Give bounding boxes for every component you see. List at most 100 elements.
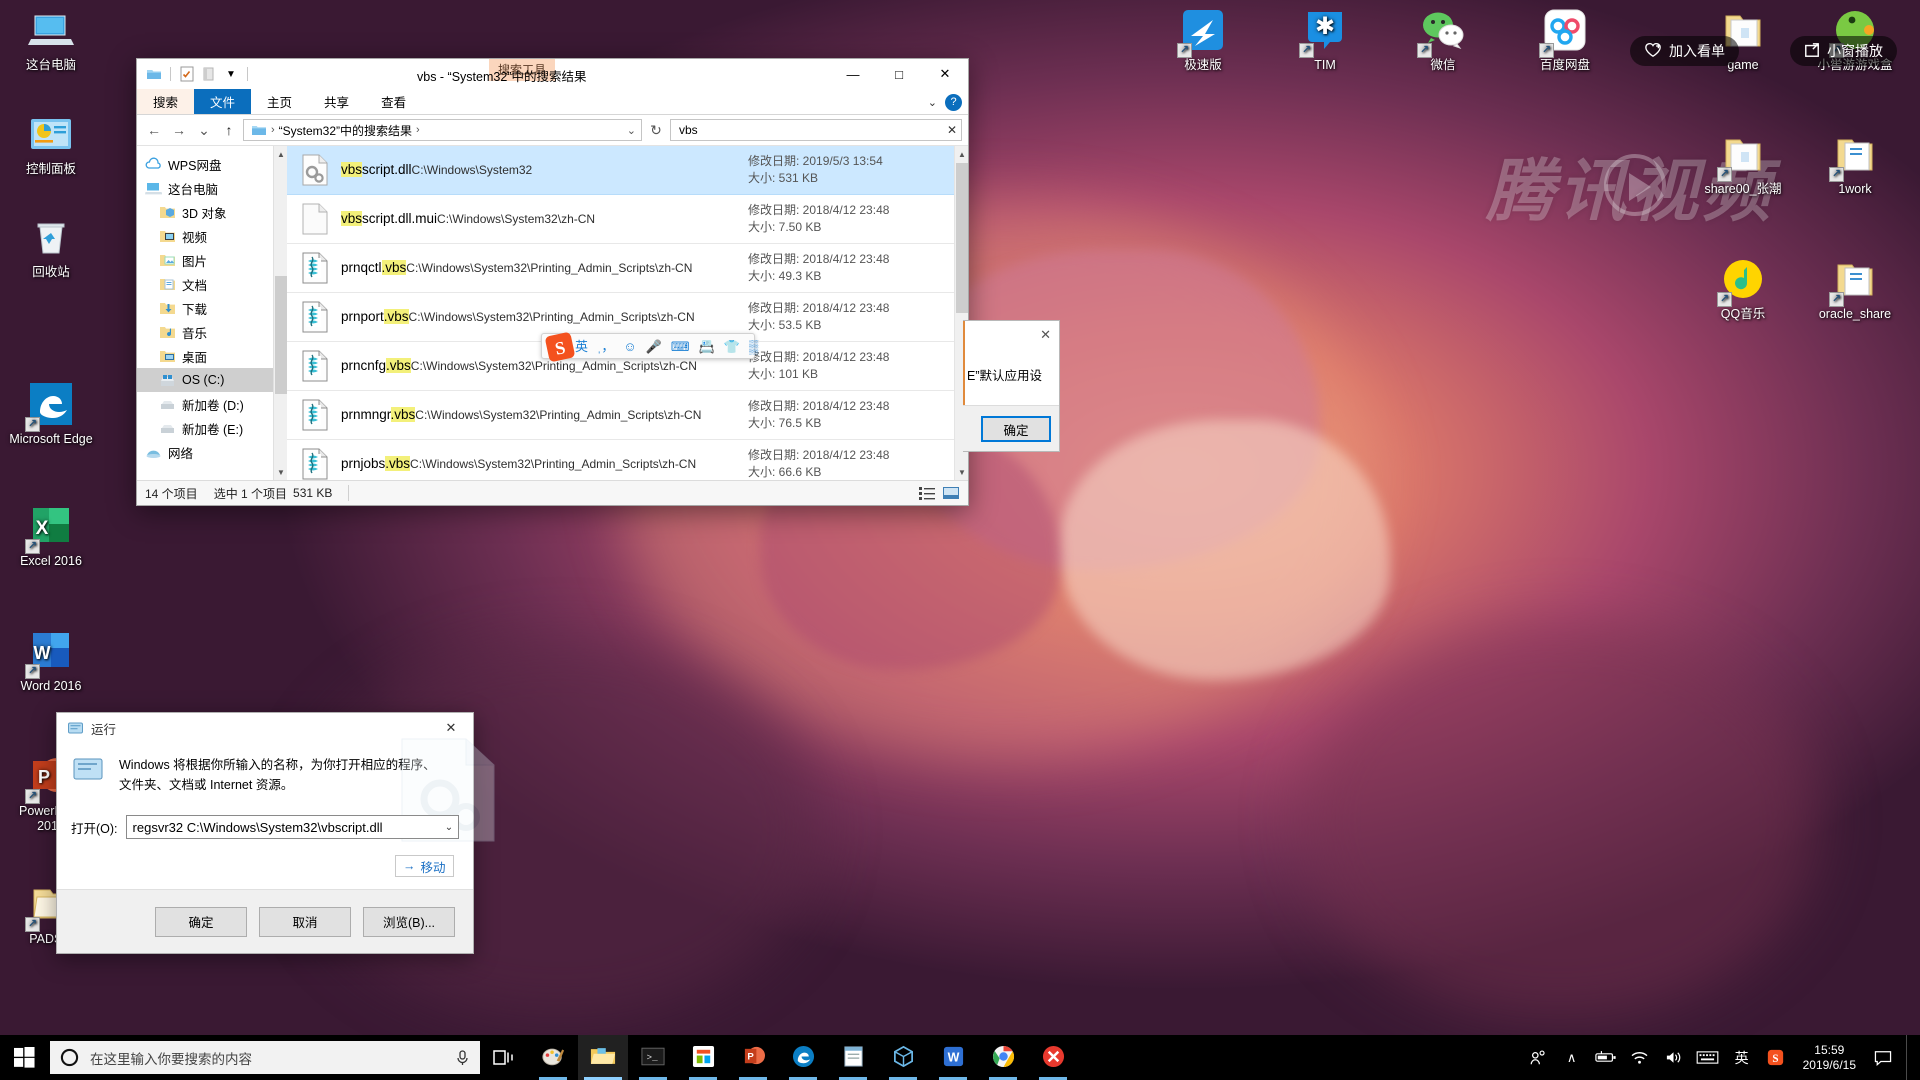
run-open-input[interactable]: regsvr32 C:\Windows\System32\vbscript.dl…: [125, 815, 459, 839]
forward-button[interactable]: →: [168, 119, 190, 141]
scrollbar-thumb[interactable]: [275, 276, 287, 394]
default-apps-dialog-partial[interactable]: ✕ E”默认应用设 确定: [963, 320, 1060, 452]
ime-softkeyboard-icon[interactable]: ⌨: [671, 340, 690, 353]
ime-punctuation-icon[interactable]: ˌ，: [597, 340, 614, 353]
minimize-button[interactable]: —: [830, 59, 876, 89]
explorer-titlebar[interactable]: ▼ 搜索工具 vbs - “System32”中的搜索结果 — □ ✕: [137, 59, 968, 89]
ime-toolbox-icon[interactable]: ▒: [749, 340, 758, 353]
nav-pane-item-7[interactable]: 音乐: [137, 320, 287, 344]
scrollbar-thumb[interactable]: [956, 163, 968, 313]
wifi-icon[interactable]: [1623, 1035, 1657, 1080]
desktop-icon-this-pc[interactable]: 这台电脑: [8, 6, 94, 73]
command-prompt-taskbar[interactable]: >_: [628, 1035, 678, 1080]
dialog-ok-button[interactable]: 确定: [981, 416, 1051, 442]
address-bar[interactable]: › › “System32”中的搜索结果 › ⌄: [243, 119, 642, 141]
ribbon-tab-文件[interactable]: 文件: [194, 89, 252, 114]
taskbar-clock[interactable]: 15:59 2019/6/15: [1793, 1043, 1866, 1073]
run-dialog[interactable]: 运行 ✕ Windows 将根据你所输入的名称，为你打开相应的程序、文件夹、文档…: [56, 712, 495, 954]
view-mode-buttons[interactable]: [918, 484, 960, 502]
breadcrumb-separator-end[interactable]: ›: [416, 124, 420, 136]
close-button[interactable]: ✕: [922, 59, 968, 89]
run-browse-button[interactable]: 浏览(B)...: [363, 906, 455, 937]
ribbon-tab-主页[interactable]: 主页: [251, 89, 308, 114]
ime-skin-icon[interactable]: 👕: [724, 340, 740, 353]
desktop-icon-edge[interactable]: Microsoft Edge: [8, 380, 94, 447]
popout-overlay-button[interactable]: 小窗播放: [1790, 36, 1897, 66]
large-icons-view-icon[interactable]: [942, 484, 960, 502]
start-button[interactable]: [0, 1035, 48, 1080]
notepad-taskbar[interactable]: [828, 1035, 878, 1080]
nav-pane-item-1[interactable]: 这台电脑: [137, 176, 287, 200]
recent-locations-button[interactable]: ⌄: [193, 119, 215, 141]
desktop-icon-word[interactable]: W Word 2016: [8, 627, 94, 694]
back-button[interactable]: ←: [143, 119, 165, 141]
new-folder-icon[interactable]: [200, 65, 218, 83]
customize-chevron-icon[interactable]: ▼: [222, 65, 240, 83]
ime-voice-icon[interactable]: 🎤: [646, 340, 662, 353]
paint-3d-taskbar[interactable]: [528, 1035, 578, 1080]
up-button[interactable]: ↑: [218, 119, 240, 141]
ime-mode-english-icon[interactable]: 英: [575, 340, 588, 353]
chrome-taskbar[interactable]: [978, 1035, 1028, 1080]
navigation-pane[interactable]: WPS网盘 这台电脑 3D 对象 视频 图片 文档 下载 音乐 桌面 OS (C:) 新加卷 (D:…: [137, 146, 287, 480]
desktop-icon-folder-docs[interactable]: 1work: [1812, 130, 1898, 197]
nav-pane-item-4[interactable]: 图片: [137, 248, 287, 272]
system-tray[interactable]: ∧ 英 S 15:59 2019/6/15: [1521, 1035, 1920, 1080]
chevron-down-icon[interactable]: ⌄: [440, 816, 458, 838]
ribbon-tab-搜索[interactable]: 搜索: [137, 89, 195, 114]
desktop-icon-folder-shared[interactable]: share00_张潮: [1700, 130, 1786, 197]
nav-pane-item-12[interactable]: 网络: [137, 440, 287, 464]
show-desktop-button[interactable]: [1906, 1035, 1916, 1080]
run-dialog-titlebar[interactable]: 运行 ✕: [57, 713, 473, 743]
taskbar[interactable]: 在这里输入你要搜索的内容 >_ P W ∧ 英 S 15:59 2019/6/15: [0, 1035, 1920, 1080]
nav-pane-item-9[interactable]: OS (C:): [137, 368, 287, 392]
desktop-icon-recycle-bin[interactable]: 回收站: [8, 213, 94, 280]
heart-plus-overlay-button[interactable]: 加入看单: [1630, 36, 1739, 66]
sogou-logo-icon[interactable]: S: [542, 329, 578, 365]
scroll-up-icon[interactable]: ▲: [274, 146, 287, 162]
desktop-icon-tim[interactable]: ✱ TIM: [1282, 6, 1368, 73]
desktop-icon-control-panel[interactable]: 控制面板: [8, 110, 94, 177]
ribbon-tab-查看[interactable]: 查看: [365, 89, 422, 114]
nav-pane-item-11[interactable]: 新加卷 (E:): [137, 416, 287, 440]
ribbon-tab-共享[interactable]: 共享: [308, 89, 365, 114]
breadcrumb-separator[interactable]: ›: [271, 124, 275, 136]
ribbon-right-controls[interactable]: ⌄ ?: [928, 89, 962, 115]
people-icon[interactable]: [1521, 1035, 1555, 1080]
run-dialog-footer[interactable]: 确定 取消 浏览(B)...: [57, 889, 473, 953]
scroll-down-icon[interactable]: ▼: [955, 464, 968, 480]
navigation-pane-scrollbar[interactable]: ▲ ▼: [273, 146, 287, 480]
refresh-button[interactable]: ↻: [645, 119, 667, 141]
desktop-icon-baidu-netdisk[interactable]: 百度网盘: [1522, 6, 1608, 73]
file-list[interactable]: vbsscript.dllC:\Windows\System32 修改日期: 20…: [287, 146, 968, 480]
powerpoint-taskbar[interactable]: P: [728, 1035, 778, 1080]
folder-icon[interactable]: [145, 65, 163, 83]
file-list-row[interactable]: prnjobs.vbsC:\Windows\System32\Printing_…: [287, 440, 968, 480]
show-hidden-icons-chevron[interactable]: ∧: [1555, 1035, 1589, 1080]
battery-icon[interactable]: [1589, 1035, 1623, 1080]
3d-viewer-taskbar[interactable]: [878, 1035, 928, 1080]
nav-pane-item-3[interactable]: 视频: [137, 224, 287, 248]
search-input[interactable]: vbs ✕: [670, 119, 962, 141]
details-view-icon[interactable]: [918, 484, 936, 502]
ime-emoji-icon[interactable]: ☺: [623, 340, 636, 353]
taskbar-search-box[interactable]: 在这里输入你要搜索的内容: [50, 1041, 480, 1074]
file-list-row[interactable]: vbsscript.dllC:\Windows\System32 修改日期: 20…: [287, 146, 968, 195]
quick-access-toolbar[interactable]: ▼: [137, 65, 251, 83]
edge-taskbar[interactable]: [778, 1035, 828, 1080]
window-controls[interactable]: — □ ✕: [830, 59, 968, 89]
sogou-ime-toolbar[interactable]: S 英 ˌ， ☺ 🎤 ⌨ 📇 👕 ▒: [541, 332, 758, 362]
nav-pane-item-2[interactable]: 3D 对象: [137, 200, 287, 224]
xmind-taskbar[interactable]: [1028, 1035, 1078, 1080]
desktop-icon-xunlei[interactable]: 极速版: [1160, 6, 1246, 73]
explorer-navigation-bar[interactable]: ← → ⌄ ↑ › › “System32”中的搜索结果 › ⌄ ↻ vbs ✕: [137, 115, 968, 145]
desktop-icon-wechat[interactable]: 微信: [1400, 6, 1486, 73]
scroll-down-icon[interactable]: ▼: [274, 464, 287, 480]
action-center-icon[interactable]: [1866, 1035, 1900, 1080]
ribbon-tabs[interactable]: 搜索 文件 主页 共享 查看 ⌄ ?: [137, 89, 968, 115]
file-explorer-window[interactable]: ▼ 搜索工具 vbs - “System32”中的搜索结果 — □ ✕ 搜索 文…: [136, 58, 969, 506]
task-view-button[interactable]: [480, 1035, 528, 1080]
collapse-ribbon-icon[interactable]: ⌄: [928, 96, 937, 109]
file-list-row[interactable]: prnqctl.vbsC:\Windows\System32\Printing_…: [287, 244, 968, 293]
file-list-row[interactable]: vbsscript.dll.muiC:\Windows\System32\zh-…: [287, 195, 968, 244]
